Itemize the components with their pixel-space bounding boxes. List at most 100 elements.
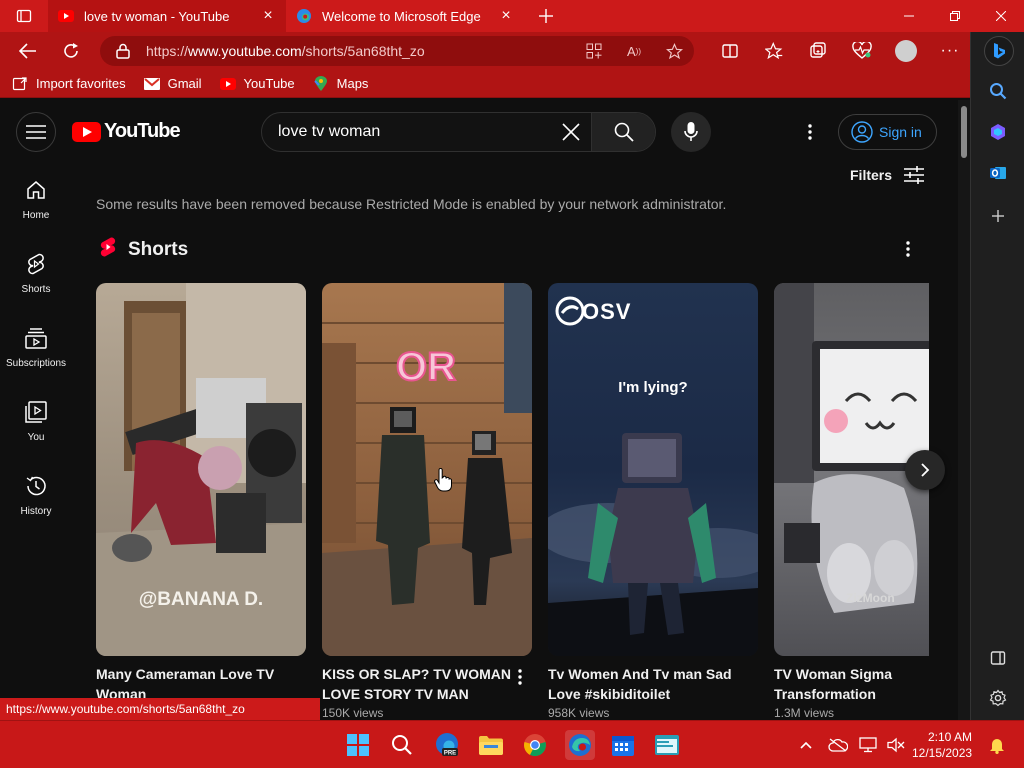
clock-time: 2:10 AM — [927, 730, 972, 744]
fav-import-favorites[interactable]: Import favorites — [12, 76, 126, 92]
guide-item-history[interactable]: History — [0, 468, 72, 542]
guide-item-you[interactable]: You — [0, 394, 72, 468]
search-button[interactable] — [591, 113, 655, 151]
short-card[interactable]: OSV I'm lying? Tv Women And Tv man Sad L… — [548, 283, 758, 720]
clear-search-button[interactable] — [551, 113, 591, 151]
shorts-section-menu-button[interactable] — [898, 237, 918, 261]
browser-essentials-button[interactable] — [840, 32, 884, 70]
search-sidebar-button[interactable] — [984, 77, 1012, 105]
tab-title: Welcome to Microsoft Edge — [322, 8, 481, 24]
tab-edge-welcome[interactable]: Welcome to Microsoft Edge × — [286, 0, 524, 32]
fav-youtube[interactable]: YouTube — [219, 76, 295, 92]
new-tab-button[interactable] — [530, 0, 562, 32]
thumbnail-brand: OSV — [582, 299, 632, 324]
fav-gmail[interactable]: Gmail — [143, 76, 202, 92]
taskbar-clock[interactable]: 2:10 AM 12/15/2023 — [912, 729, 972, 761]
hamburger-menu-icon — [26, 125, 46, 139]
short-card[interactable]: ZizMoon TV Woman Sigma Transformation 1.… — [774, 283, 929, 720]
url-field[interactable]: https://www.youtube.com/shorts/5an68tht_… — [100, 36, 694, 66]
file-explorer-button[interactable] — [477, 731, 505, 759]
folder-icon — [479, 736, 503, 755]
close-tab-icon[interactable]: × — [260, 7, 276, 24]
short-thumbnail[interactable]: @BANANA D. — [96, 283, 306, 656]
guide-menu-button[interactable] — [16, 112, 56, 152]
app-available-icon[interactable] — [584, 41, 604, 61]
onedrive-tray-icon[interactable] — [828, 735, 848, 755]
youtube-icon — [219, 76, 236, 92]
display-tray-icon[interactable] — [858, 735, 878, 755]
fav-label: Maps — [336, 76, 369, 91]
restore-button[interactable] — [932, 0, 978, 32]
edge-beta-taskbar-button[interactable]: PRE — [433, 731, 461, 759]
calendar-taskbar-button[interactable] — [609, 731, 637, 759]
guide-item-home[interactable]: Home — [0, 172, 72, 246]
start-button[interactable] — [344, 731, 372, 759]
you-icon — [24, 400, 48, 424]
hide-sidebar-button[interactable] — [984, 644, 1012, 672]
voice-search-button[interactable] — [671, 112, 711, 152]
copilot-button[interactable] — [984, 36, 1014, 66]
youtube-logo[interactable]: YouTube — [72, 120, 181, 143]
refresh-button[interactable] — [52, 32, 90, 70]
search-icon — [614, 122, 634, 142]
guide-item-subscriptions[interactable]: Subscriptions — [0, 320, 72, 394]
settings-more-button[interactable] — [794, 112, 826, 152]
short-card[interactable]: OR KISS OR SLAP? TV WOMAN LOVE STORY TV … — [322, 283, 532, 720]
plus-icon — [539, 9, 553, 23]
edge-taskbar-button[interactable] — [565, 730, 595, 760]
chrome-taskbar-button[interactable] — [521, 731, 549, 759]
scrollbar-thumb[interactable] — [961, 106, 967, 158]
short-title[interactable]: TV Woman Sigma Transformation — [774, 664, 924, 704]
read-aloud-icon[interactable]: A)) — [624, 41, 644, 61]
maps-icon — [313, 75, 329, 92]
minimize-button[interactable] — [886, 0, 932, 32]
favorites-button[interactable] — [752, 32, 796, 70]
status-bar-link: https://www.youtube.com/shorts/5an68tht_… — [0, 698, 320, 720]
tab-youtube[interactable]: love tv woman - YouTube × — [48, 0, 286, 32]
short-thumbnail[interactable]: OSV I'm lying? — [548, 283, 758, 656]
profile-button[interactable] — [884, 32, 928, 70]
sidebar-settings-button[interactable] — [984, 684, 1012, 712]
collections-button[interactable] — [796, 32, 840, 70]
more-vertical-icon — [808, 124, 812, 140]
short-views: 1.3M views — [774, 706, 835, 720]
guide-label: You — [27, 432, 45, 443]
add-sidebar-app-button[interactable] — [984, 202, 1012, 230]
search-taskbar-button[interactable] — [388, 731, 416, 759]
guide-item-shorts[interactable]: Shorts — [0, 246, 72, 320]
volume-tray-icon[interactable] — [886, 735, 906, 755]
short-thumbnail[interactable]: OR — [322, 283, 532, 656]
settings-more-button[interactable]: ··· — [928, 32, 972, 70]
short-title[interactable]: KISS OR SLAP? TV WOMAN LOVE STORY TV MAN — [322, 664, 512, 704]
show-hidden-icons-button[interactable] — [796, 735, 816, 755]
close-window-button[interactable] — [978, 0, 1024, 32]
short-menu-button[interactable] — [510, 665, 530, 689]
shorts-next-button[interactable] — [905, 450, 945, 490]
notifications-button[interactable] — [987, 735, 1007, 755]
page-scrollbar[interactable] — [958, 100, 970, 720]
close-tab-icon[interactable]: × — [498, 7, 514, 24]
search-input[interactable]: love tv woman — [262, 123, 551, 141]
import-icon — [12, 76, 28, 92]
app-taskbar-button[interactable] — [653, 731, 681, 759]
copilot-hex-button[interactable] — [984, 118, 1012, 146]
close-icon — [562, 123, 580, 141]
minimize-icon — [904, 15, 914, 17]
split-screen-button[interactable] — [708, 32, 752, 70]
search-icon — [392, 735, 412, 755]
tab-actions-button[interactable] — [0, 0, 48, 32]
sign-in-button[interactable]: Sign in — [838, 114, 937, 150]
back-button[interactable] — [9, 32, 47, 70]
windows-taskbar: PRE 2:10 AM 12/15/2023 — [0, 720, 1024, 768]
short-card[interactable]: @BANANA D. Many Cameraman Love TV Woman — [96, 283, 306, 706]
tab-title: love tv woman - YouTube — [84, 8, 230, 24]
shorts-icon — [24, 252, 48, 276]
fav-maps[interactable]: Maps — [313, 75, 369, 92]
outlook-button[interactable] — [984, 159, 1012, 187]
favorite-star-icon[interactable] — [664, 41, 684, 61]
search-box: love tv woman — [261, 112, 656, 152]
filters-button[interactable]: Filters — [850, 166, 925, 184]
search-icon — [990, 83, 1007, 100]
short-title[interactable]: Tv Women And Tv man Sad Love #skibiditoi… — [548, 664, 738, 704]
collections-icon — [810, 42, 826, 58]
